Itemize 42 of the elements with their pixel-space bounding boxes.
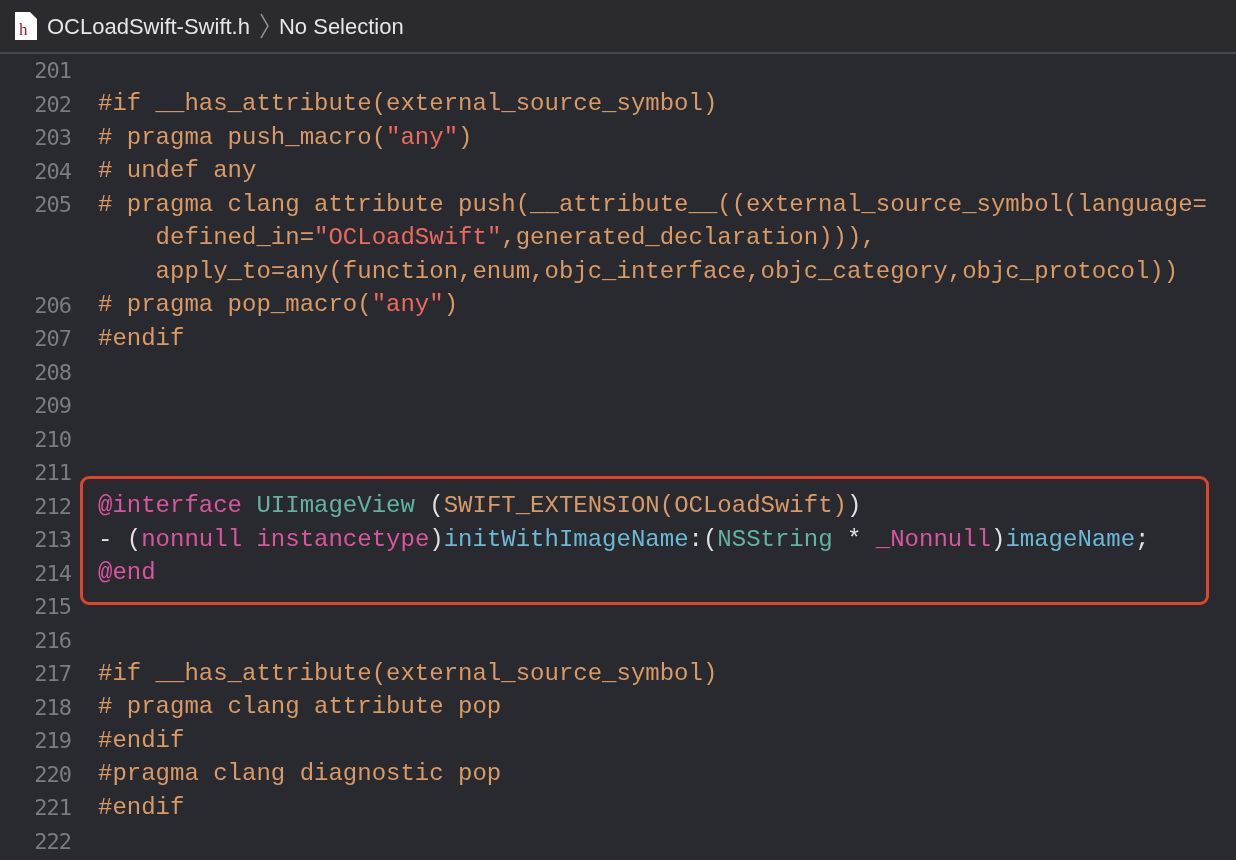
- line-number: 213: [34, 526, 71, 555]
- code-line: - (nonnull instancetype)initWithImageName:(NSString * _Nonnull)imageName;: [98, 524, 1150, 555]
- header-file-icon: h: [15, 12, 37, 40]
- code-line: #endif: [98, 792, 185, 823]
- line-number: 206: [34, 291, 71, 320]
- code-line: # pragma push_macro("any"): [98, 122, 473, 153]
- line-number: 214: [34, 559, 71, 588]
- line-number: 207: [34, 325, 71, 354]
- line-number: 216: [34, 626, 71, 655]
- code-line: defined_in="OCLoadSwift",generated_declaration))),: [154, 223, 876, 254]
- line-number: 212: [34, 492, 71, 521]
- line-number: 205: [34, 191, 71, 220]
- code-line: #pragma clang diagnostic pop: [98, 759, 502, 790]
- line-number: 218: [34, 693, 71, 722]
- selection-label[interactable]: No Selection: [278, 9, 404, 43]
- line-number: 202: [34, 90, 71, 119]
- code-line: #endif: [98, 725, 185, 756]
- code-line: #endif: [98, 323, 185, 354]
- line-number: 203: [34, 124, 71, 153]
- line-number: 221: [34, 794, 71, 823]
- line-number: 215: [34, 593, 71, 622]
- line-number: 208: [34, 358, 71, 387]
- code-line: #if __has_attribute(external_source_symbol): [98, 89, 718, 120]
- code-line: @interface UIImageView (SWIFT_EXTENSION(OCLoadSwift)): [98, 491, 862, 522]
- code-line: # pragma pop_macro("any"): [98, 290, 459, 321]
- file-name[interactable]: OCLoadSwift-Swift.h: [47, 9, 250, 43]
- line-number: 211: [34, 459, 71, 488]
- code-line: apply_to=any(function,enum,objc_interface,objc_category,objc_protocol)): [154, 256, 1179, 287]
- line-number: 220: [34, 760, 71, 789]
- code-line: # pragma clang attribute push(__attribute__((external_source_symbol(language=: [98, 189, 1207, 220]
- code-line: #if __has_attribute(external_source_symbol): [98, 658, 718, 689]
- line-number: 222: [34, 827, 71, 856]
- line-number: 209: [34, 392, 71, 421]
- chevron-icon: [259, 13, 269, 39]
- code-line: # undef any: [98, 156, 257, 187]
- line-number: 201: [34, 57, 71, 86]
- line-number: 204: [34, 157, 71, 186]
- line-number: 217: [34, 660, 71, 689]
- code-line: @end: [98, 558, 156, 589]
- line-number: 219: [34, 727, 71, 756]
- line-number: 210: [34, 425, 71, 454]
- code-line: # pragma clang attribute pop: [98, 692, 502, 723]
